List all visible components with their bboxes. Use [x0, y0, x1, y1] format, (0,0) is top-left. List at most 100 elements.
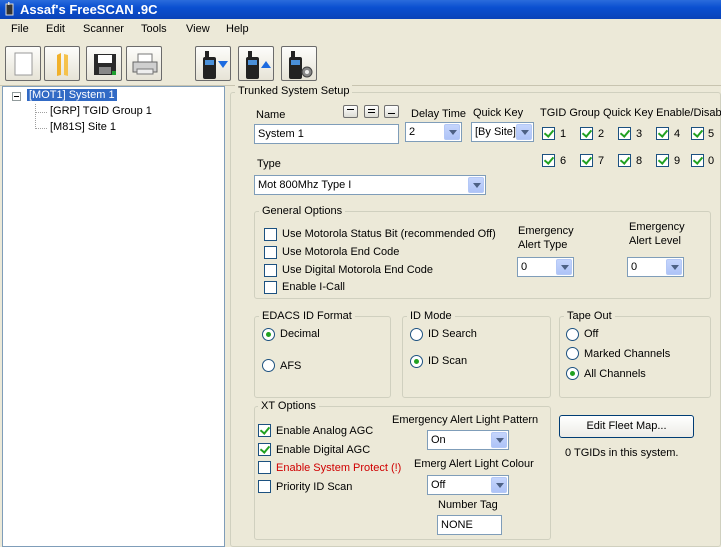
tgid-checkbox-label: 3 [636, 128, 643, 140]
id-search-radio[interactable] [410, 328, 423, 341]
align-top-button[interactable] [343, 105, 358, 118]
tgid-checkbox-label: 0 [708, 155, 715, 167]
chevron-down-icon[interactable] [468, 177, 484, 193]
tgid-checkbox-8[interactable] [618, 154, 631, 167]
delay-time-select[interactable]: 2 [405, 122, 462, 142]
write-to-scanner-button[interactable] [238, 46, 274, 81]
system-protect-checkbox[interactable] [258, 461, 271, 474]
alert-type-value: 0 [521, 261, 528, 273]
tgid-checkbox-0[interactable] [691, 154, 704, 167]
menu-help[interactable]: Help [226, 23, 249, 35]
all-channels-radio[interactable] [566, 367, 579, 380]
decimal-label: Decimal [280, 328, 320, 340]
menu-tools[interactable]: Tools [141, 23, 167, 35]
analog-agc-checkbox[interactable] [258, 424, 271, 437]
new-icon [14, 52, 33, 76]
light-pattern-select[interactable]: On [427, 430, 509, 450]
print-icon [132, 53, 158, 75]
chevron-down-icon[interactable] [516, 124, 532, 140]
system-tree[interactable]: [MOT1] System 1 [GRP] TGID Group 1 [M81S… [2, 86, 225, 547]
tgid-checkbox-6[interactable] [542, 154, 555, 167]
tgid-checkbox-label: 4 [674, 128, 681, 140]
light-colour-select[interactable]: Off [427, 475, 509, 495]
chevron-down-icon[interactable] [556, 259, 572, 275]
light-pattern-value: On [431, 434, 446, 446]
tgid-checkbox-3[interactable] [618, 127, 631, 140]
collapse-icon[interactable] [12, 92, 21, 101]
tgid-checkbox-2[interactable] [580, 127, 593, 140]
system-name-input[interactable]: System 1 [254, 124, 399, 144]
align-middle-button[interactable] [364, 105, 379, 118]
save-button[interactable] [86, 46, 122, 81]
menu-edit[interactable]: Edit [46, 23, 65, 35]
menu-scanner[interactable]: Scanner [83, 23, 124, 35]
priority-id-scan-label: Priority ID Scan [276, 481, 353, 493]
marked-channels-label: Marked Channels [584, 348, 671, 360]
system-type-select[interactable]: Mot 800Mhz Type I [254, 175, 486, 195]
alert-type-select[interactable]: 0 [517, 257, 574, 277]
align-bottom-button[interactable] [384, 105, 399, 118]
digital-end-code-checkbox[interactable] [264, 264, 277, 277]
number-tag-label: Number Tag [438, 499, 498, 511]
id-scan-radio[interactable] [410, 355, 423, 368]
tgid-checkbox-5[interactable] [691, 127, 704, 140]
open-button[interactable] [44, 46, 80, 81]
light-pattern-label: Emergency Alert Light Pattern [392, 414, 539, 426]
panel-title: Trunked System Setup [235, 85, 353, 97]
chevron-down-icon[interactable] [491, 477, 507, 493]
digital-agc-label: Enable Digital AGC [276, 444, 371, 456]
tgid-checkbox-1[interactable] [542, 127, 555, 140]
alert-type-label: Alert Type [518, 239, 568, 251]
motorola-status-bit-label: Use Motorola Status Bit (recommended Off… [282, 228, 496, 240]
afs-radio[interactable] [262, 359, 275, 372]
scanner-settings-button[interactable] [281, 46, 317, 81]
motorola-end-code-checkbox[interactable] [264, 246, 277, 259]
type-label: Type [257, 158, 281, 170]
open-icon [57, 53, 68, 76]
toolbar [0, 41, 721, 86]
chevron-down-icon[interactable] [491, 432, 507, 448]
new-button[interactable] [5, 46, 41, 81]
xt-options-title: XT Options [258, 400, 319, 412]
menu-view[interactable]: View [186, 23, 210, 35]
menu-file[interactable]: File [11, 23, 29, 35]
tgid-checkbox-4[interactable] [656, 127, 669, 140]
analog-agc-label: Enable Analog AGC [276, 425, 374, 437]
light-colour-value: Off [431, 479, 446, 491]
read-from-scanner-button[interactable] [195, 46, 231, 81]
tgid-checkbox-label: 7 [598, 155, 605, 167]
print-button[interactable] [126, 46, 162, 81]
all-channels-label: All Channels [584, 368, 646, 380]
quick-key-select[interactable]: [By Site] [471, 122, 534, 142]
write-to-scanner-icon [246, 51, 271, 79]
tree-node-system[interactable]: [MOT1] System 1 [27, 89, 117, 101]
number-tag-input[interactable]: NONE [437, 515, 502, 535]
digital-agc-checkbox[interactable] [258, 443, 271, 456]
menu-bar: File Edit Scanner Tools View Help [0, 19, 721, 41]
id-search-label: ID Search [428, 328, 477, 340]
tgid-checkbox-label: 2 [598, 128, 605, 140]
window-title: Assaf's FreeSCAN .9C [20, 2, 158, 17]
decimal-radio[interactable] [262, 328, 275, 341]
tree-connector [35, 128, 47, 129]
edit-fleet-map-button[interactable]: Edit Fleet Map... [559, 415, 694, 438]
edacs-id-format-title: EDACS ID Format [259, 310, 355, 322]
tgid-quick-key-label: TGID Group Quick Key Enable/Disable [540, 107, 721, 119]
priority-id-scan-checkbox[interactable] [258, 480, 271, 493]
tree-node-site[interactable]: [M81S] Site 1 [50, 121, 116, 133]
alert-level-select[interactable]: 0 [627, 257, 684, 277]
motorola-status-bit-checkbox[interactable] [264, 228, 277, 241]
tgid-checkbox-label: 5 [708, 128, 715, 140]
tgid-checkbox-9[interactable] [656, 154, 669, 167]
enable-icall-checkbox[interactable] [264, 281, 277, 294]
alert-level-label: Alert Level [629, 235, 681, 247]
tape-off-radio[interactable] [566, 328, 579, 341]
tgid-checkbox-7[interactable] [580, 154, 593, 167]
tree-connector [35, 112, 47, 113]
marked-channels-radio[interactable] [566, 347, 579, 360]
tree-node-tgid-group[interactable]: [GRP] TGID Group 1 [50, 105, 152, 117]
tree-connector [35, 104, 36, 129]
chevron-down-icon[interactable] [666, 259, 682, 275]
tgid-count-status: 0 TGIDs in this system. [565, 447, 679, 459]
chevron-down-icon[interactable] [444, 124, 460, 140]
